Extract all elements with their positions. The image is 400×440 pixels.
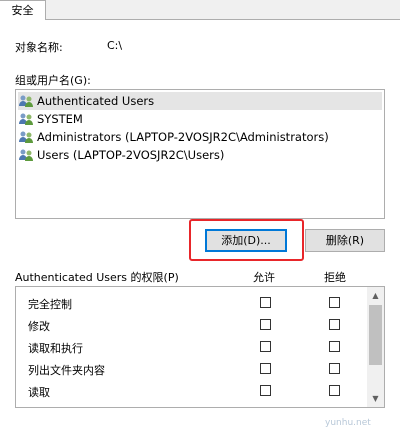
- scroll-down-icon[interactable]: ▼: [367, 390, 384, 407]
- deny-checkbox[interactable]: [329, 385, 340, 396]
- deny-column-header: 拒绝: [324, 271, 346, 284]
- permission-name: 列出文件夹内容: [28, 364, 105, 377]
- permission-name: 完全控制: [28, 298, 72, 311]
- permission-name: 读取: [28, 386, 50, 399]
- tab-security[interactable]: 安全: [0, 0, 46, 20]
- deny-checkbox[interactable]: [329, 297, 340, 308]
- allow-checkbox[interactable]: [260, 363, 271, 374]
- deny-checkbox[interactable]: [329, 341, 340, 352]
- permissions-header: Authenticated Users 的权限(P): [15, 271, 179, 284]
- allow-checkbox[interactable]: [260, 341, 271, 352]
- group-name: Administrators (LAPTOP-2VOSJR2C\Administ…: [37, 130, 329, 144]
- deny-checkbox[interactable]: [329, 363, 340, 374]
- highlight-box: [189, 219, 304, 261]
- object-name-label: 对象名称:: [15, 41, 63, 54]
- permission-name: 读取和执行: [28, 342, 83, 355]
- groups-listbox[interactable]: Authenticated Users SYSTEM Administrator…: [15, 89, 385, 219]
- permission-row-full-control: 完全控制: [16, 293, 368, 315]
- permission-row-list-folder: 列出文件夹内容: [16, 359, 368, 381]
- allow-checkbox[interactable]: [260, 319, 271, 330]
- users-icon: [19, 95, 33, 107]
- remove-button[interactable]: 删除(R): [305, 229, 385, 252]
- group-item-authenticated-users[interactable]: Authenticated Users: [18, 92, 382, 110]
- allow-checkbox[interactable]: [260, 297, 271, 308]
- watermark: yunhu.net: [325, 418, 371, 428]
- scrollbar-thumb[interactable]: [369, 305, 382, 365]
- allow-column-header: 允许: [253, 271, 275, 284]
- group-item-administrators[interactable]: Administrators (LAPTOP-2VOSJR2C\Administ…: [18, 128, 382, 146]
- group-name: SYSTEM: [37, 112, 83, 126]
- users-icon: [19, 131, 33, 143]
- group-name: Authenticated Users: [37, 94, 155, 108]
- group-item-users[interactable]: Users (LAPTOP-2VOSJR2C\Users): [18, 146, 382, 164]
- group-name: Users (LAPTOP-2VOSJR2C\Users): [37, 148, 225, 162]
- object-name-value: C:\: [107, 39, 123, 52]
- permission-row-read: 读取: [16, 381, 368, 403]
- permissions-list: 完全控制 修改 读取和执行 列出文件夹内容 读取 ▲ ▼: [15, 286, 385, 408]
- permissions-scrollbar[interactable]: ▲ ▼: [367, 287, 384, 407]
- users-icon: [19, 113, 33, 125]
- groups-label: 组或用户名(G):: [15, 74, 91, 87]
- allow-checkbox[interactable]: [260, 385, 271, 396]
- deny-checkbox[interactable]: [329, 319, 340, 330]
- permission-row-modify: 修改: [16, 315, 368, 337]
- scroll-up-icon[interactable]: ▲: [367, 287, 384, 304]
- permission-name: 修改: [28, 320, 50, 333]
- group-item-system[interactable]: SYSTEM: [18, 110, 382, 128]
- users-icon: [19, 149, 33, 161]
- permission-row-read-execute: 读取和执行: [16, 337, 368, 359]
